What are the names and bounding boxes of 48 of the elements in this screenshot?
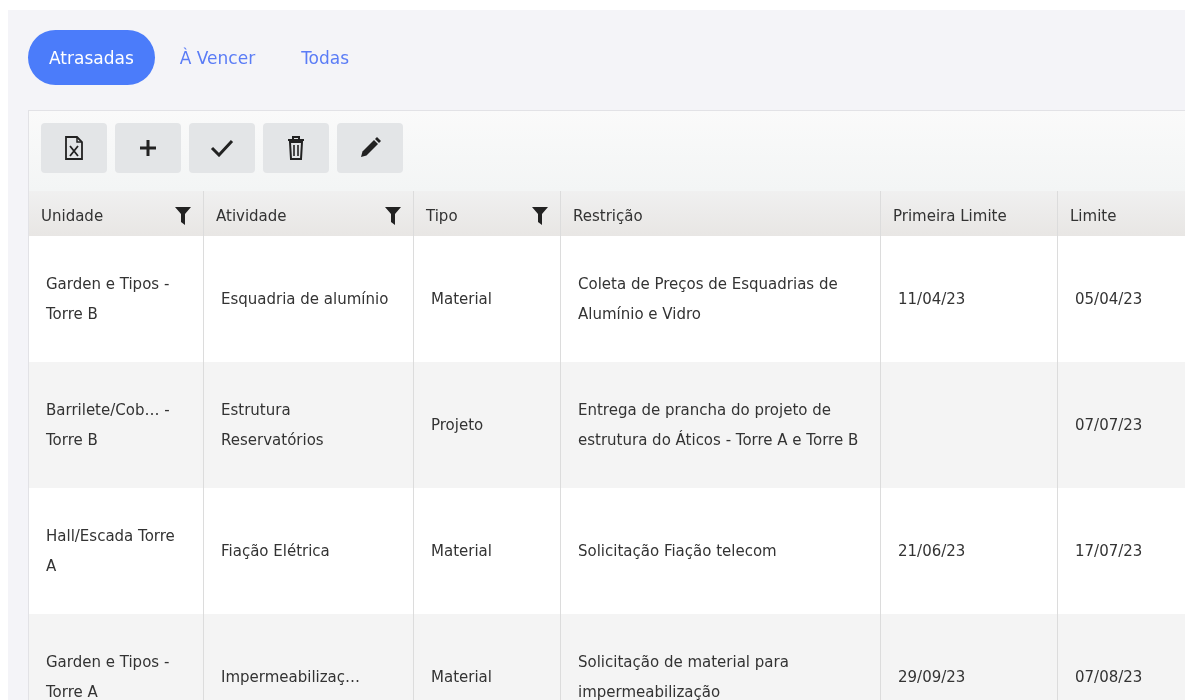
table-cell-text: 21/06/23 xyxy=(898,541,966,562)
column-header[interactable]: Unidade xyxy=(29,191,204,236)
column-header[interactable]: Limite xyxy=(1058,191,1185,236)
column-title: Primeira Limite xyxy=(893,206,1007,225)
column-title: Tipo xyxy=(426,206,458,225)
table-cell-text: Hall/Escada Torre A xyxy=(46,526,176,577)
check-icon xyxy=(210,139,234,157)
tab[interactable]: Atrasadas xyxy=(28,30,155,85)
column-header[interactable]: Restrição xyxy=(561,191,881,236)
table-cell-text: Solicitação Fiação telecom xyxy=(578,541,777,562)
table-cell-text: 11/04/23 xyxy=(898,289,966,310)
trash-icon xyxy=(287,136,305,160)
table-cell-text: Material xyxy=(431,289,492,310)
table-cell-text: Barrilete/Cob… - Torre B xyxy=(46,400,171,451)
column-header[interactable]: Atividade xyxy=(204,191,414,236)
column-title: Limite xyxy=(1070,206,1117,225)
table-cell-text: Projeto xyxy=(431,415,484,436)
plus-icon xyxy=(138,138,158,158)
table-cell-text: 05/04/23 xyxy=(1075,289,1143,310)
table-cell-text: Entrega de prancha do projeto de estrutura do Áticos - Torre A e Torre B xyxy=(578,400,860,451)
toolbar-button[interactable] xyxy=(189,123,255,173)
toolbar-button[interactable] xyxy=(337,123,403,173)
table-cell-text: 07/07/23 xyxy=(1075,415,1143,436)
pencil-icon xyxy=(358,136,382,160)
table-cell-text: Solicitação de material para impermeabilização xyxy=(578,652,790,700)
toolbar-button[interactable] xyxy=(41,123,107,173)
table-cell-text: Coleta de Preços de Esquadrias de Alumínio e Vidro xyxy=(578,274,839,325)
toolbar-button[interactable] xyxy=(263,123,329,173)
column-header[interactable]: Tipo xyxy=(414,191,561,236)
table-cell-text: Estrutura Reservatórios xyxy=(221,400,325,451)
filter-icon[interactable] xyxy=(385,206,401,225)
filter-icon[interactable] xyxy=(175,206,191,225)
table-cell-text: Fiação Elétrica xyxy=(221,541,330,562)
spreadsheet-file-icon xyxy=(64,136,84,160)
table-cell-text: Material xyxy=(431,541,492,562)
table-cell-text: 07/08/23 xyxy=(1075,667,1143,688)
table-cell-text: 29/09/23 xyxy=(898,667,966,688)
column-title: Atividade xyxy=(216,206,287,225)
table-cell-text: 17/07/23 xyxy=(1075,541,1143,562)
table-cell-text: Garden e Tipos - Torre A xyxy=(46,652,171,700)
table-cell-text: Impermeabilizaç… xyxy=(221,667,361,688)
table-cell-text: Esquadria de alumínio xyxy=(221,289,389,310)
column-title: Unidade xyxy=(41,206,104,225)
filter-icon[interactable] xyxy=(532,206,548,225)
column-header[interactable]: Primeira Limite xyxy=(881,191,1058,236)
column-title: Restrição xyxy=(573,206,643,225)
table-cell-text: Garden e Tipos - Torre B xyxy=(46,274,171,325)
table-cell-text: Material xyxy=(431,667,492,688)
